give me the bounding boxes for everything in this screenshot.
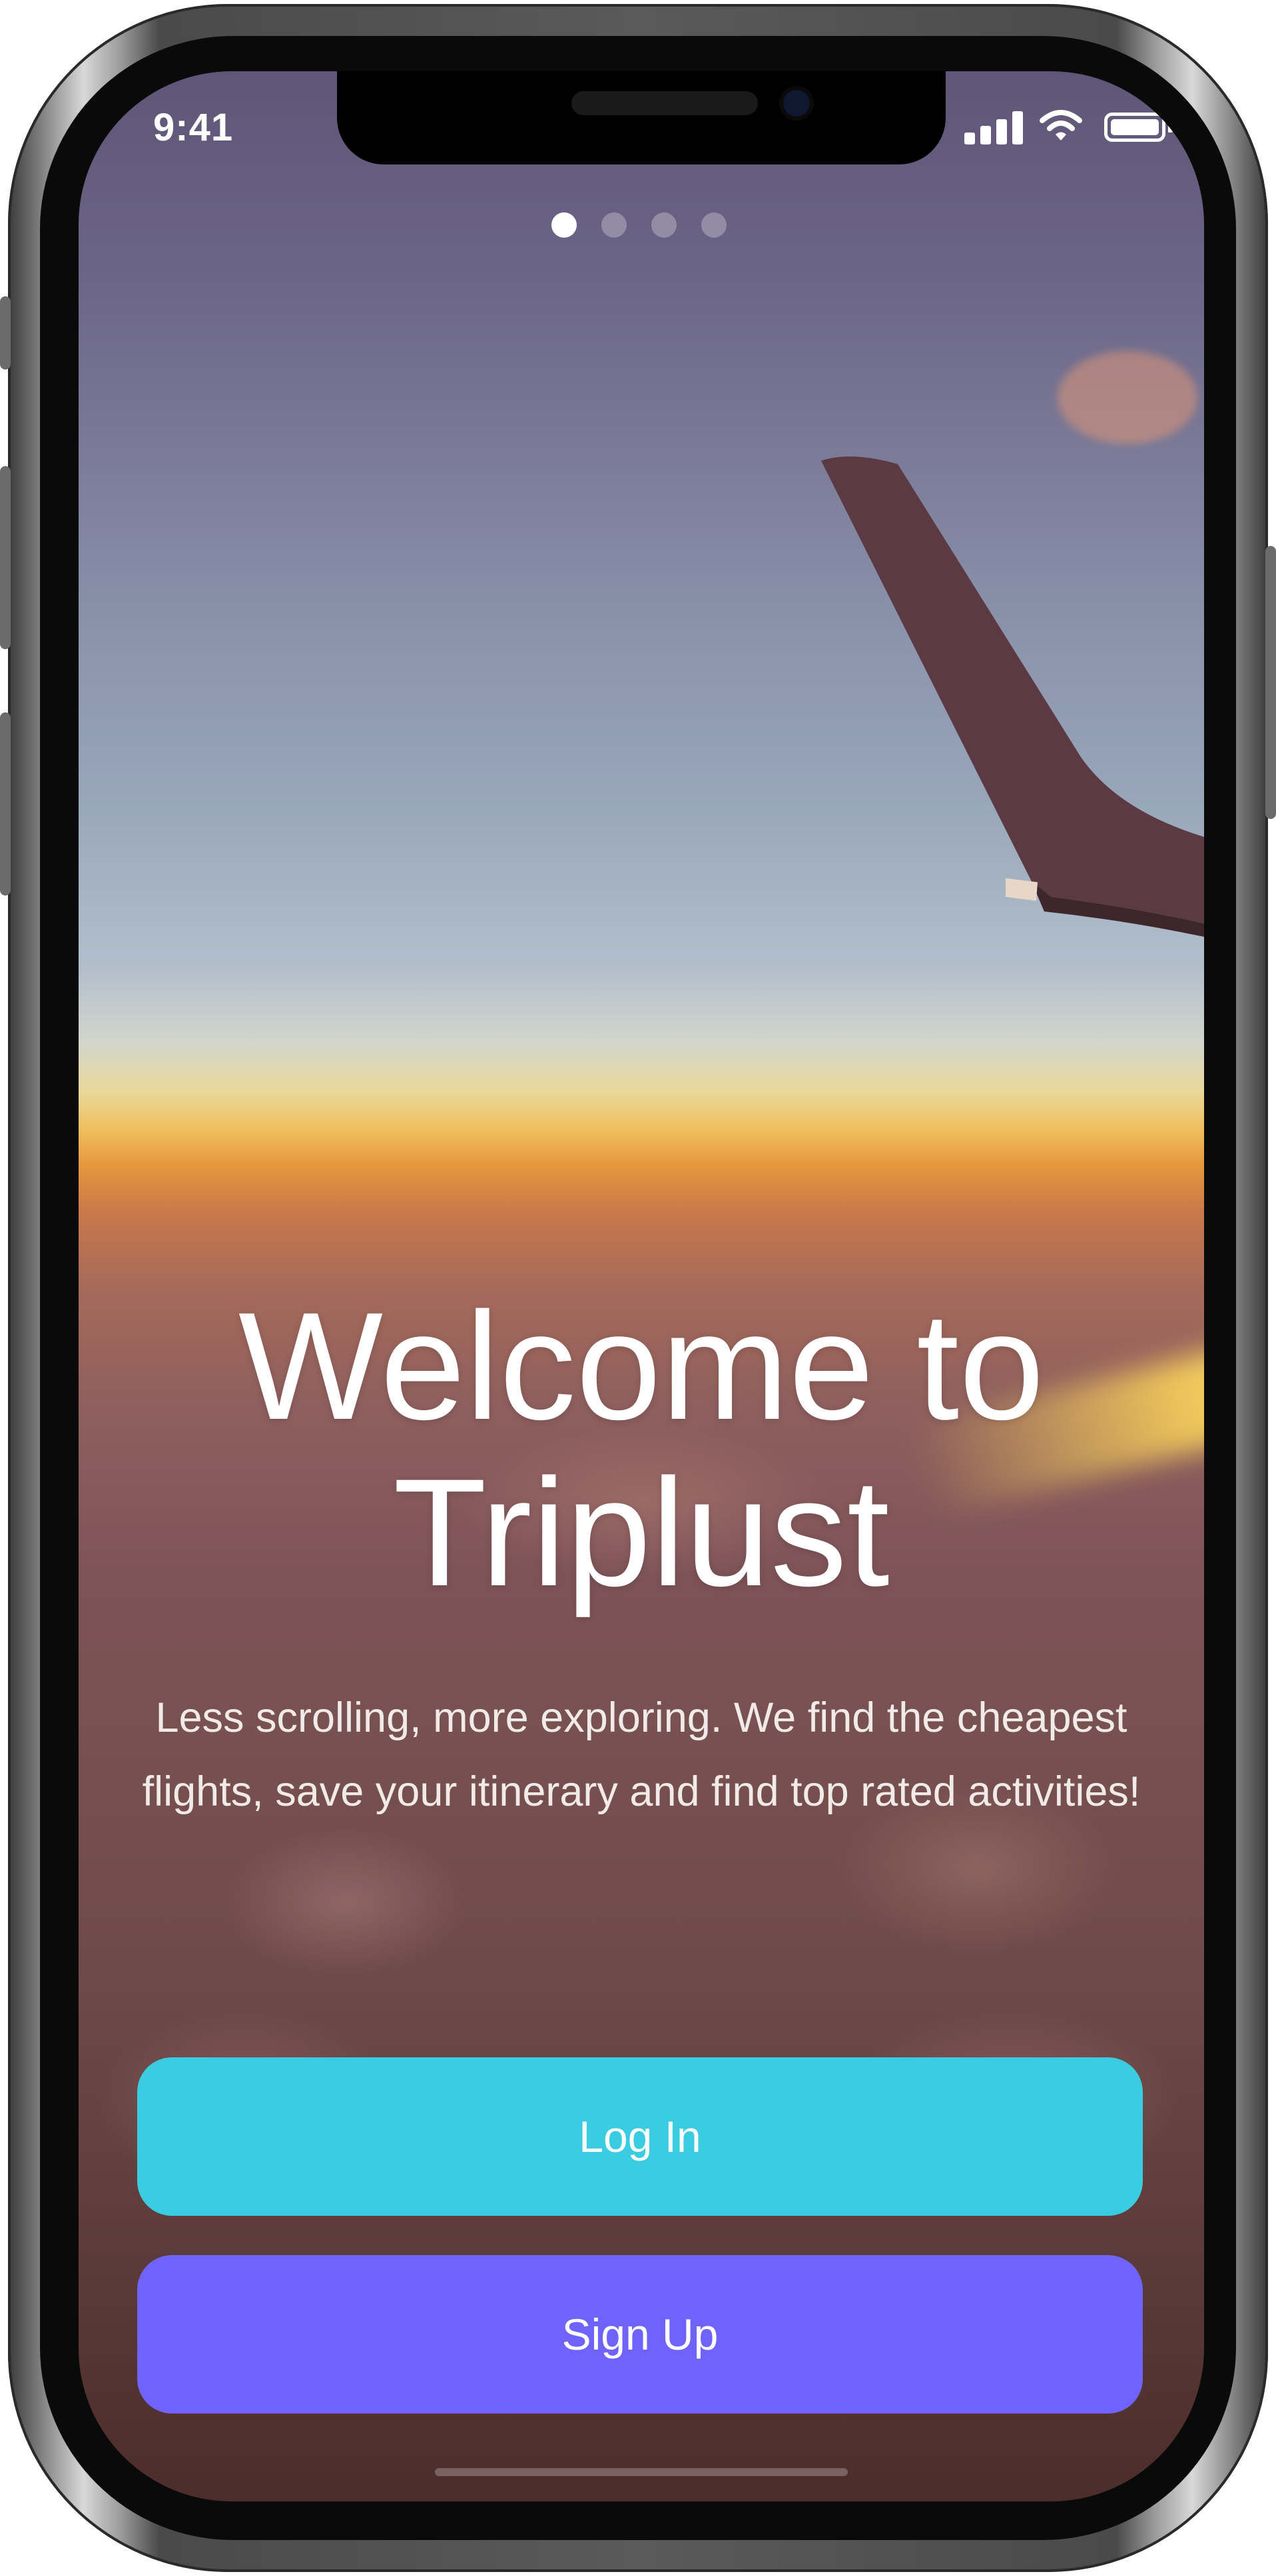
signup-button[interactable]: Sign Up	[137, 2255, 1143, 2414]
page-dot-3[interactable]	[651, 212, 677, 238]
welcome-subtitle: Less scrolling, more exploring. We find …	[142, 1694, 1141, 1815]
status-icons	[964, 105, 1184, 151]
battery-cap	[1168, 122, 1173, 132]
volume-up-button	[0, 466, 11, 649]
login-button[interactable]: Log In	[137, 2057, 1143, 2216]
page-dot-1[interactable]	[551, 212, 577, 238]
volume-down-button	[0, 712, 11, 896]
silent-switch	[0, 296, 11, 370]
front-camera	[783, 90, 810, 117]
wifi-icon	[1040, 110, 1082, 140]
app-screen: 9:41 Welcome to Triplust Less scrolling,…	[79, 71, 1204, 2501]
device-notch	[337, 71, 946, 164]
page-dot-2[interactable]	[601, 212, 627, 238]
page-dot-4[interactable]	[701, 212, 727, 238]
welcome-title-line2: Triplust	[393, 1447, 890, 1618]
home-indicator[interactable]	[435, 2468, 848, 2476]
signal-icon	[964, 111, 1024, 144]
welcome-title-line1: Welcome to	[238, 1280, 1045, 1451]
welcome-title: Welcome to Triplust	[105, 1283, 1177, 1616]
page-indicator[interactable]	[551, 212, 738, 239]
status-time: 9:41	[153, 106, 234, 149]
battery-icon	[1104, 113, 1165, 142]
power-button	[1265, 546, 1276, 819]
speaker-grille	[571, 91, 758, 115]
